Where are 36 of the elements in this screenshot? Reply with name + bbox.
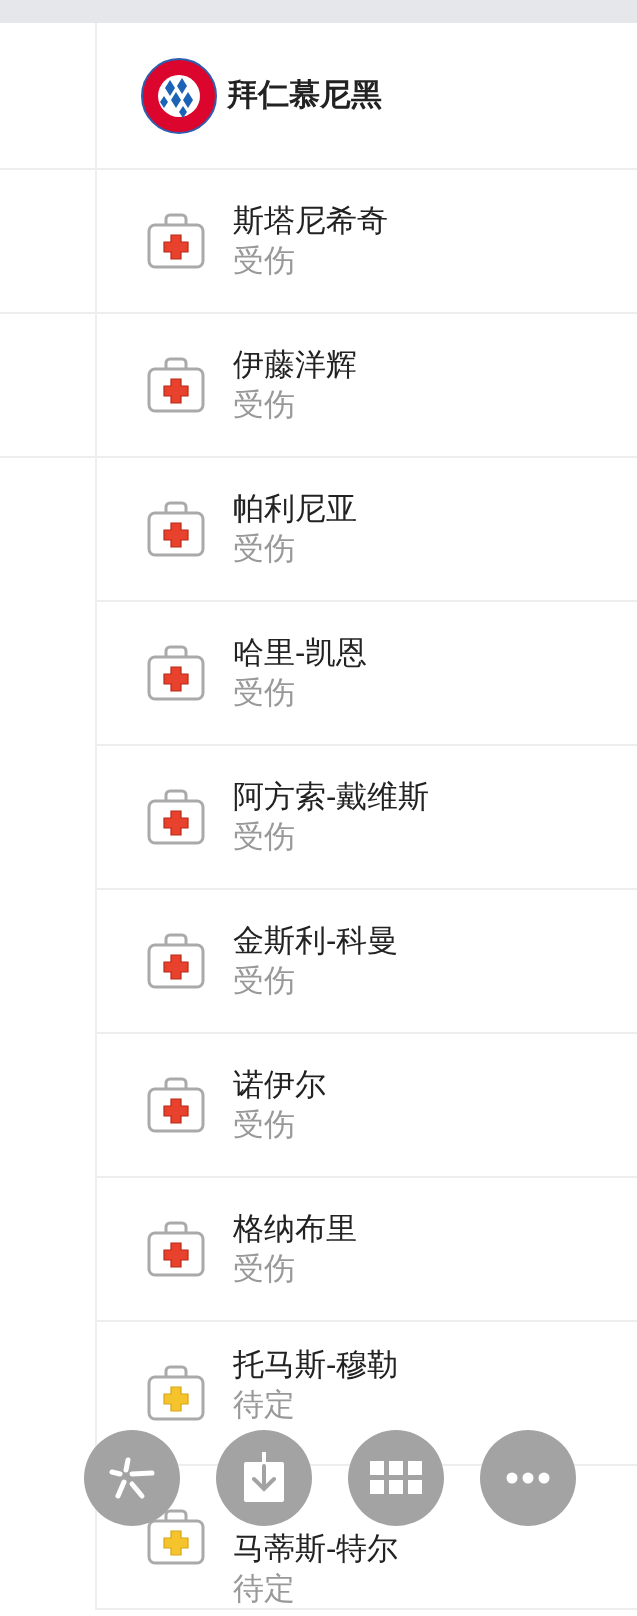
club-crest-icon xyxy=(141,57,217,134)
player-status: 受伤 xyxy=(233,242,296,280)
medical-kit-icon xyxy=(147,501,205,557)
player-name: 哈里-凯恩 xyxy=(233,634,368,672)
medical-kit-icon xyxy=(147,1509,205,1565)
medical-kit-icon xyxy=(147,789,205,845)
player-name: 马蒂斯-特尔 xyxy=(233,1530,399,1568)
player-status: 受伤 xyxy=(233,962,296,1000)
download-icon xyxy=(242,1452,286,1504)
medical-kit-icon xyxy=(147,213,205,269)
player-status: 待定 xyxy=(233,1570,296,1608)
player-name: 阿方索-戴维斯 xyxy=(233,778,430,816)
spark-icon xyxy=(108,1456,156,1500)
medical-kit-icon xyxy=(147,357,205,413)
team-name: 拜仁慕尼黑 xyxy=(227,76,382,115)
player-name: 伊藤洋辉 xyxy=(233,346,357,384)
player-status: 受伤 xyxy=(233,674,296,712)
player-name: 金斯利-科曼 xyxy=(233,922,399,960)
more-icon xyxy=(506,1472,550,1484)
player-status: 受伤 xyxy=(233,386,296,424)
player-name: 斯塔尼希奇 xyxy=(233,202,388,240)
medical-kit-icon xyxy=(147,645,205,701)
player-status: 受伤 xyxy=(233,1106,296,1144)
player-name: 帕利尼亚 xyxy=(233,490,357,528)
player-status: 受伤 xyxy=(233,818,296,856)
player-name: 诺伊尔 xyxy=(233,1066,326,1104)
medical-kit-icon xyxy=(147,1365,205,1421)
player-name: 格纳布里 xyxy=(233,1210,357,1248)
medical-kit-icon xyxy=(147,1221,205,1277)
player-status: 待定 xyxy=(233,1386,296,1424)
player-status: 受伤 xyxy=(233,530,296,568)
player-name: 托马斯-穆勒 xyxy=(233,1346,399,1384)
player-status: 受伤 xyxy=(233,1250,296,1288)
grid-icon xyxy=(370,1461,422,1495)
medical-kit-icon xyxy=(147,1077,205,1133)
medical-kit-icon xyxy=(147,933,205,989)
